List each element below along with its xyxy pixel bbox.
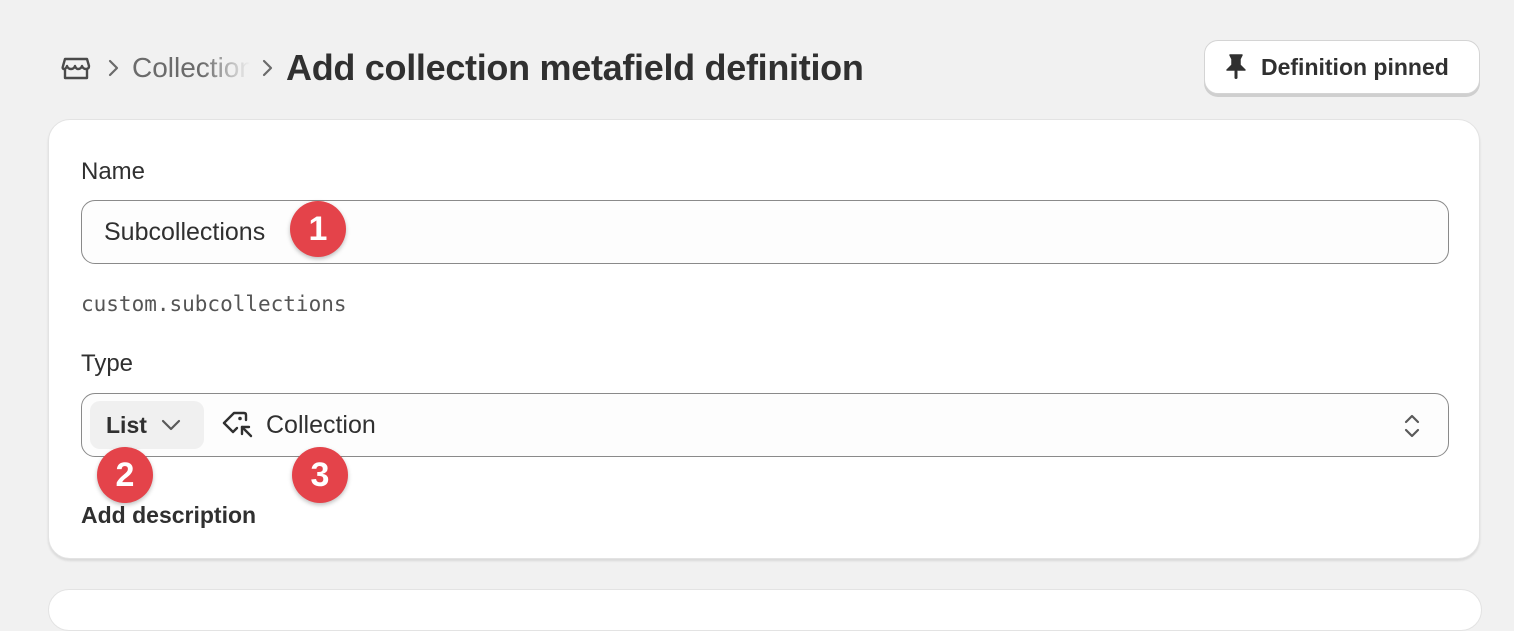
add-description-link[interactable]: Add description (81, 502, 256, 529)
chevron-right-icon (108, 58, 120, 78)
list-dropdown-label: List (106, 411, 147, 438)
type-label: Type (81, 350, 134, 377)
name-label: Name (81, 158, 146, 185)
chevron-right-icon (262, 58, 274, 78)
list-dropdown[interactable]: List (90, 401, 204, 449)
store-icon[interactable] (58, 50, 94, 86)
annotation-marker-1: 1 (290, 201, 346, 257)
annotation-marker-3: 3 (292, 447, 348, 503)
next-card (48, 589, 1482, 631)
chevron-down-icon (161, 419, 181, 431)
type-value: Collection (266, 410, 376, 439)
collection-tag-icon (220, 408, 254, 442)
definition-pinned-label: Definition pinned (1261, 53, 1449, 80)
page-header: Collections Add collection metafield def… (58, 38, 864, 98)
namespace-key: custom.subcollections (81, 292, 347, 316)
definition-form-card: Name custom.subcollections Type List Col… (48, 119, 1480, 559)
pin-icon (1223, 53, 1251, 81)
page-title: Add collection metafield definition (286, 47, 864, 88)
type-select[interactable]: List Collection (81, 393, 1449, 457)
select-updown-icon (1398, 411, 1426, 441)
annotation-marker-2: 2 (97, 447, 153, 503)
name-input[interactable] (81, 200, 1449, 264)
definition-pinned-button[interactable]: Definition pinned (1204, 40, 1480, 94)
breadcrumb-collections[interactable]: Collections (132, 52, 250, 84)
